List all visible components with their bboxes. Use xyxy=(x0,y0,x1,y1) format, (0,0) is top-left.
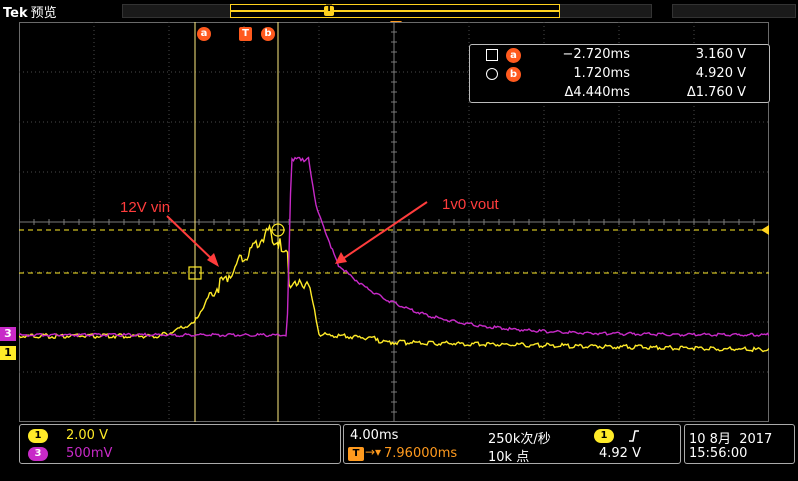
trigger-source-badge: 1 xyxy=(594,429,614,443)
date-display: 10 8月 2017 xyxy=(689,432,773,447)
trigger-tag[interactable]: T xyxy=(239,27,252,41)
brand-label: Tek 预览 xyxy=(3,2,57,21)
brand-name: Tek xyxy=(3,6,28,21)
annotation-vout: 1v0 vout xyxy=(442,196,499,213)
channel-3-badge: 3 xyxy=(28,447,48,461)
cursor-a-time: −2.720ms xyxy=(562,47,630,62)
cursor-delta-readout: Δ4.440ms Δ1.760 V xyxy=(470,85,769,103)
datetime-panel: 10 8月 2017 15:56:00 xyxy=(684,424,795,464)
cursor-a-volt: 3.160 V xyxy=(695,47,746,62)
channel-3-scale[interactable]: 500mV xyxy=(66,446,112,461)
trigger-delay[interactable]: 7.96000ms xyxy=(384,446,457,461)
horizontal-trigger-panel[interactable]: 4.00ms 250k次/秒 1 T →▾ 7.96000ms 10k 点 4.… xyxy=(343,424,681,465)
channel-1-scale[interactable]: 2.00 V xyxy=(66,428,108,443)
vout-arrow-line xyxy=(340,201,428,261)
circle-cursor-icon xyxy=(486,68,498,80)
vertical-settings-panel[interactable]: 1 2.00 V 3 500mV xyxy=(19,424,341,464)
delay-arrow-icon: →▾ xyxy=(365,445,382,459)
cursor-delta-volt: Δ1.760 V xyxy=(686,85,746,100)
cursor-b-volt: 4.920 V xyxy=(695,66,746,81)
cursor-delta-time: Δ4.440ms xyxy=(564,85,630,100)
channel-3-ground-marker[interactable]: 3 xyxy=(0,327,16,341)
channel-1-trace xyxy=(19,223,769,353)
record-overview-right xyxy=(672,4,796,18)
top-status-bar: Tek 预览 xyxy=(0,0,798,22)
channel-1-ground-marker[interactable]: 1 xyxy=(0,346,16,360)
cursor-b-time: 1.720ms xyxy=(573,66,630,81)
time-display: 15:56:00 xyxy=(689,446,748,461)
rising-edge-icon xyxy=(629,430,639,442)
cursor-a-tag[interactable]: a xyxy=(197,27,211,41)
trigger-level-arrow-icon[interactable] xyxy=(761,225,769,235)
timebase-value[interactable]: 4.00ms xyxy=(350,428,398,443)
square-cursor-icon xyxy=(486,49,498,61)
trigger-level[interactable]: 4.92 V xyxy=(599,446,641,461)
acquisition-mode: 预览 xyxy=(30,6,57,21)
vin-arrow-line xyxy=(166,215,216,263)
record-view-window[interactable] xyxy=(230,4,560,18)
cursor-b-badge: b xyxy=(506,67,521,82)
sample-rate: 250k次/秒 xyxy=(488,432,551,447)
trigger-position-marker[interactable] xyxy=(324,4,334,16)
cursor-a-readout: a −2.720ms 3.160 V xyxy=(470,47,769,65)
annotation-vin: 12V vin xyxy=(120,199,171,216)
cursor-a-badge: a xyxy=(506,48,521,63)
cursor-b-tag[interactable]: b xyxy=(261,27,275,41)
channel-3-trace xyxy=(19,156,769,338)
channel-1-badge: 1 xyxy=(28,429,48,443)
cursor-readout-box: a −2.720ms 3.160 V b 1.720ms 4.920 V Δ4.… xyxy=(469,44,770,103)
cursor-b-readout: b 1.720ms 4.920 V xyxy=(470,66,769,84)
trigger-delay-icon: T xyxy=(348,447,364,461)
record-length: 10k 点 xyxy=(488,450,530,465)
